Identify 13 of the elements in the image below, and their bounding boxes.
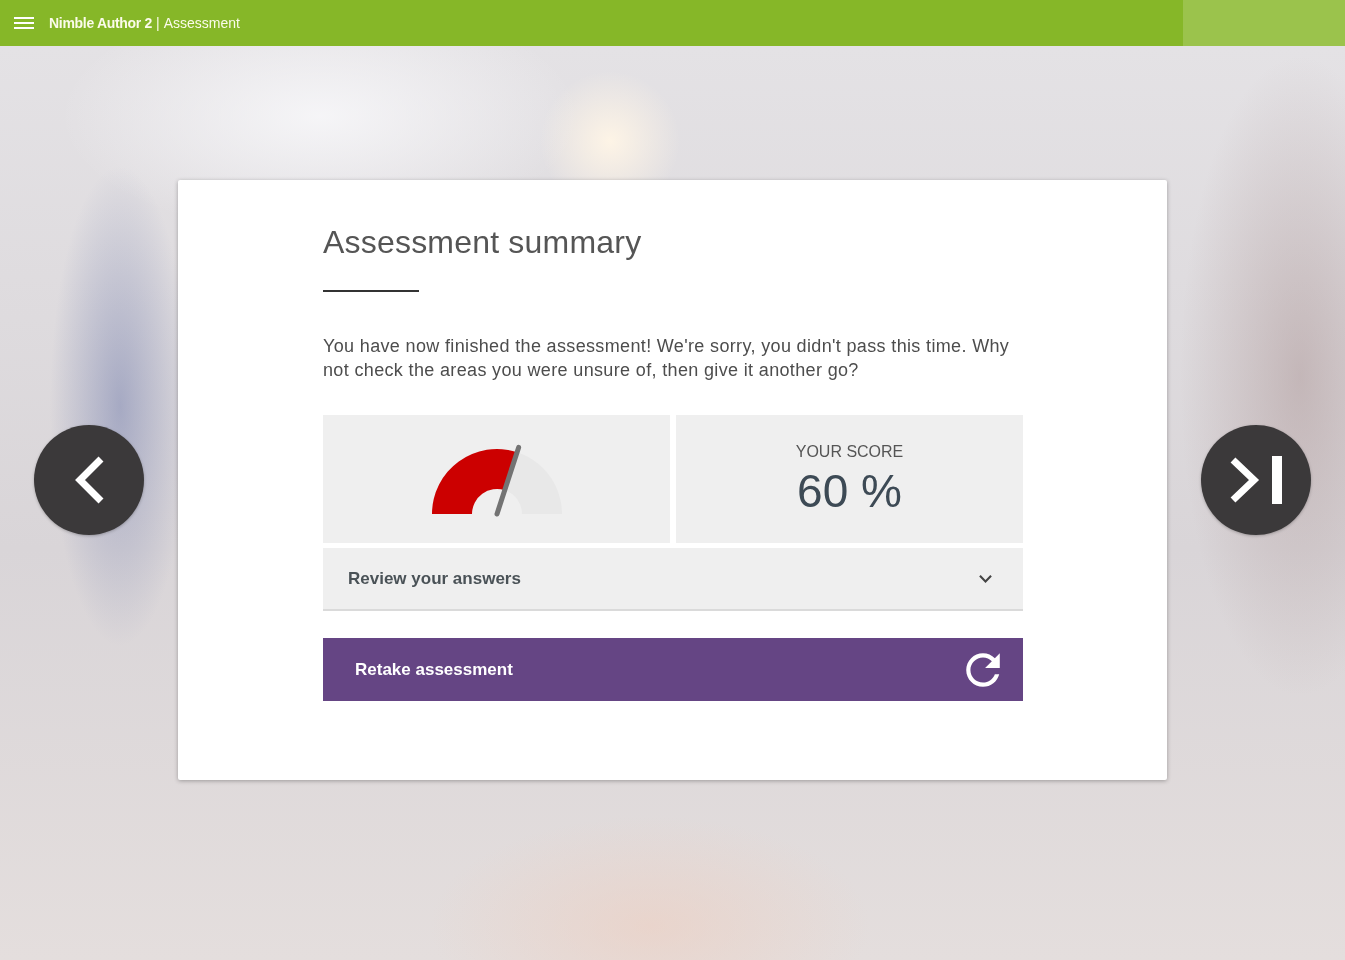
page-title: Assessment [163,15,240,31]
refresh-icon [966,652,1000,687]
score-label: YOUR SCORE [795,442,904,462]
menu-icon [14,17,34,29]
review-accordion[interactable]: Review your answers [323,548,1023,611]
title-separator: | [156,15,160,31]
summary-title: Assessment summary [323,223,643,262]
summary-message: You have now finished the assessment! We're sorry, you didn't pass this time. Why not check the areas you were unsure of, then give it another go? [323,335,1011,382]
retake-button[interactable]: Retake assessment [323,638,1023,701]
chevron-left-icon [73,456,105,504]
score-value: 60 % [797,466,902,516]
chevron-bar-icon [1229,456,1283,504]
app-name: Nimble Author 2 [49,15,153,31]
